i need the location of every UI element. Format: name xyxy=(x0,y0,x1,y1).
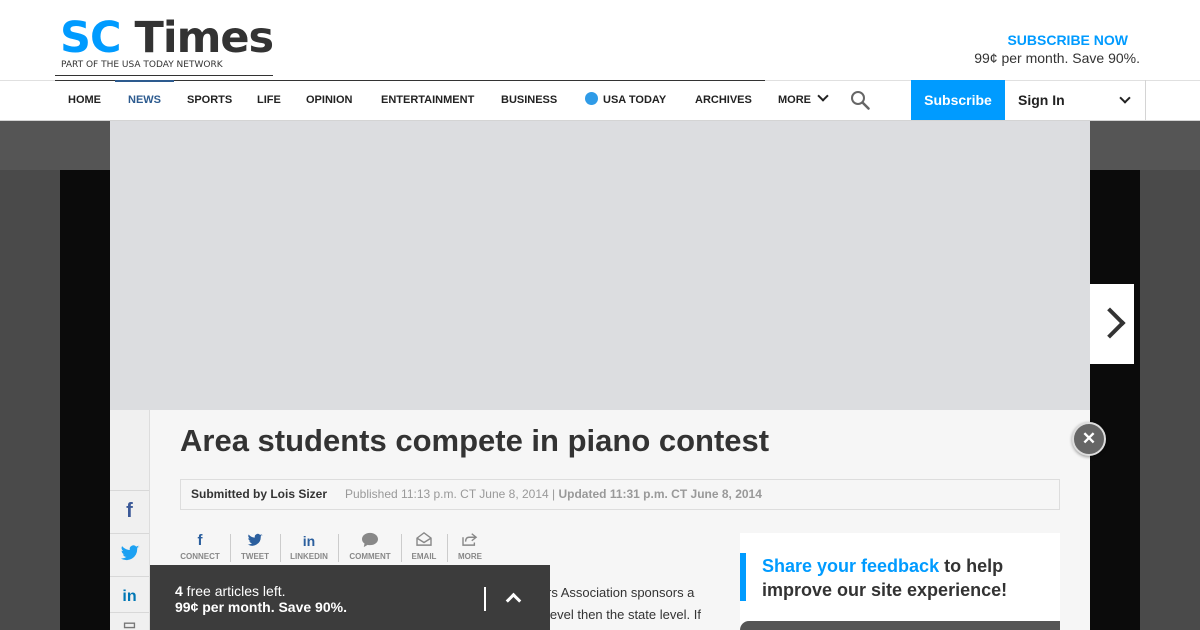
subscribe-button[interactable]: Subscribe xyxy=(911,80,1005,120)
chevron-up-icon[interactable] xyxy=(505,592,522,609)
chevron-right-icon xyxy=(1094,307,1126,339)
next-article-button[interactable] xyxy=(1090,284,1134,364)
nav-item-entertainment[interactable]: ENTERTAINMENT xyxy=(381,80,474,120)
nav-item-usa-today-label: USA TODAY xyxy=(603,94,667,106)
facebook-icon: f xyxy=(197,532,203,549)
nav-item-life[interactable]: LIFE xyxy=(257,80,281,120)
sign-in-label: Sign In xyxy=(1018,92,1065,108)
free-articles-label: free articles left. xyxy=(182,583,286,599)
comment-icon xyxy=(347,532,393,550)
toast-divider xyxy=(484,587,486,611)
article-body: rs Association sponsors a level then the… xyxy=(547,582,722,626)
nav-item-news[interactable]: NEWS xyxy=(115,80,174,120)
rail-twitter-icon[interactable] xyxy=(110,533,149,573)
nav-item-more-label: MORE xyxy=(778,94,811,106)
rail-facebook-icon[interactable]: f xyxy=(110,490,149,530)
nav-item-usa-today[interactable]: USA TODAY xyxy=(585,80,666,120)
share-divider xyxy=(447,534,448,562)
published-date: Published 11:13 p.m. CT June 8, 2014 | xyxy=(345,487,559,501)
free-articles-count: 4 xyxy=(175,583,183,599)
share-linkedin-button[interactable]: in LINKEDIN xyxy=(288,532,330,564)
rail-linkedin-icon[interactable]: in xyxy=(110,576,149,616)
sign-in-menu[interactable]: Sign In xyxy=(1005,80,1146,120)
share-divider xyxy=(280,534,281,562)
email-icon xyxy=(409,532,439,550)
rail-print-icon[interactable]: ▭ xyxy=(110,612,149,630)
share-label: COMMENT xyxy=(349,552,391,561)
article-body-line: rs Association sponsors a xyxy=(547,585,695,600)
logo-underline xyxy=(55,75,273,76)
article-byline: Submitted by Lois Sizer Published 11:13 … xyxy=(180,479,1060,510)
share-comment-button[interactable]: COMMENT xyxy=(347,532,393,564)
share-more-button[interactable]: MORE xyxy=(455,532,485,564)
nav-item-more[interactable]: MORE xyxy=(778,80,829,120)
close-button[interactable]: ✕ xyxy=(1072,422,1106,456)
nav-item-archives[interactable]: ARCHIVES xyxy=(695,80,752,120)
search-icon[interactable] xyxy=(850,90,870,110)
share-label: CONNECT xyxy=(180,552,220,561)
share-facebook-button[interactable]: f CONNECT xyxy=(180,532,220,564)
feedback-link[interactable]: Share your feedback xyxy=(762,556,939,576)
subscribe-offer-text: 99¢ per month. Save 90%. xyxy=(974,50,1140,66)
feedback-accent-bar xyxy=(740,553,746,601)
nav-item-home[interactable]: HOME xyxy=(68,80,101,120)
masthead: SC Times PART OF THE USA TODAY NETWORK S… xyxy=(0,0,1200,80)
feedback-widget[interactable]: Share your feedback to help improve our … xyxy=(740,533,1060,630)
chevron-down-icon xyxy=(1119,92,1131,104)
logo-times: Times xyxy=(134,13,275,63)
article-author: Submitted by Lois Sizer xyxy=(191,487,328,501)
twitter-icon xyxy=(238,532,272,550)
chevron-down-icon xyxy=(817,90,829,102)
share-twitter-button[interactable]: TWEET xyxy=(238,532,272,564)
nav-item-business[interactable]: BUSINESS xyxy=(501,80,557,120)
logo-sc: SC xyxy=(60,13,122,63)
share-divider xyxy=(401,534,402,562)
share-divider xyxy=(338,534,339,562)
subscribe-now-link[interactable]: SUBSCRIBE NOW xyxy=(974,32,1128,48)
subscribe-now-promo[interactable]: SUBSCRIBE NOW 99¢ per month. Save 90%. xyxy=(974,32,1140,66)
usa-today-globe-icon xyxy=(585,92,598,105)
feedback-footer xyxy=(740,621,1060,630)
toast-offer: 99¢ per month. Save 90%. xyxy=(175,599,347,615)
share-divider xyxy=(230,534,231,562)
feedback-text: Share your feedback to help improve our … xyxy=(762,554,1052,602)
article-headline: Area students compete in piano contest xyxy=(180,423,770,458)
updated-date: Updated 11:31 p.m. CT June 8, 2014 xyxy=(558,487,762,501)
share-label: MORE xyxy=(458,552,482,561)
paywall-toast[interactable]: 4 free articles left. 99¢ per month. Sav… xyxy=(150,565,550,630)
nav-item-sports[interactable]: SPORTS xyxy=(187,80,232,120)
article-body-line: level then the state level. If xyxy=(547,607,701,622)
close-icon: ✕ xyxy=(1081,429,1097,448)
share-label: TWEET xyxy=(241,552,269,561)
nav-item-opinion[interactable]: OPINION xyxy=(306,80,352,120)
logo-tagline: PART OF THE USA TODAY NETWORK xyxy=(61,60,223,70)
share-icon xyxy=(455,532,485,550)
free-articles-text: 4 free articles left. xyxy=(175,583,286,599)
site-logo[interactable]: SC Times xyxy=(60,13,275,63)
linkedin-icon: in xyxy=(302,533,316,549)
share-label: EMAIL xyxy=(411,552,437,561)
media-placeholder xyxy=(110,121,1090,410)
share-label: LINKEDIN xyxy=(290,552,328,561)
share-email-button[interactable]: EMAIL xyxy=(409,532,439,564)
article-timestamps: Published 11:13 p.m. CT June 8, 2014 | U… xyxy=(345,480,762,509)
